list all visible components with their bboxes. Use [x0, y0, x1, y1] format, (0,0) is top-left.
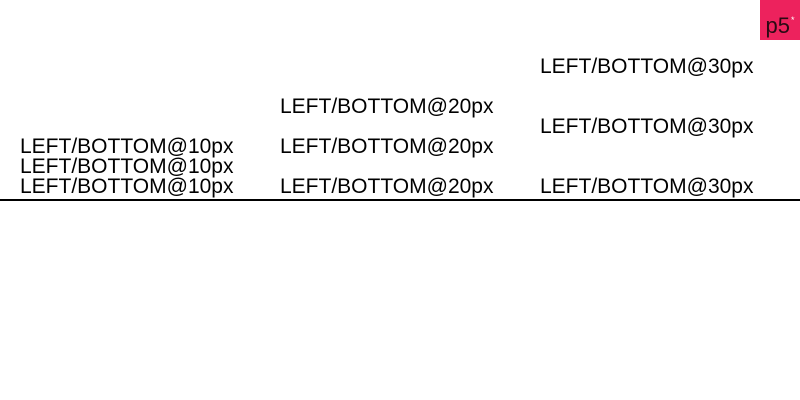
- text-line: LEFT/BOTTOM@10px: [20, 155, 234, 178]
- p5-logo: p5*: [760, 0, 800, 40]
- text-line: LEFT/BOTTOM@30px: [540, 115, 754, 138]
- text-line: LEFT/BOTTOM@20px: [280, 95, 494, 118]
- text-line: LEFT/BOTTOM@10px: [20, 175, 234, 198]
- logo-mark: *: [790, 15, 795, 25]
- text-line: LEFT/BOTTOM@30px: [540, 55, 754, 78]
- text-line: LEFT/BOTTOM@30px: [540, 175, 754, 198]
- text-line: LEFT/BOTTOM@20px: [280, 175, 494, 198]
- text-line: LEFT/BOTTOM@10px: [20, 135, 234, 158]
- text-line: LEFT/BOTTOM@20px: [280, 135, 494, 158]
- sketch-canvas: LEFT/BOTTOM@10px LEFT/BOTTOM@10px LEFT/B…: [0, 0, 800, 400]
- baseline-rule: [0, 199, 800, 201]
- logo-text: p5: [765, 13, 790, 38]
